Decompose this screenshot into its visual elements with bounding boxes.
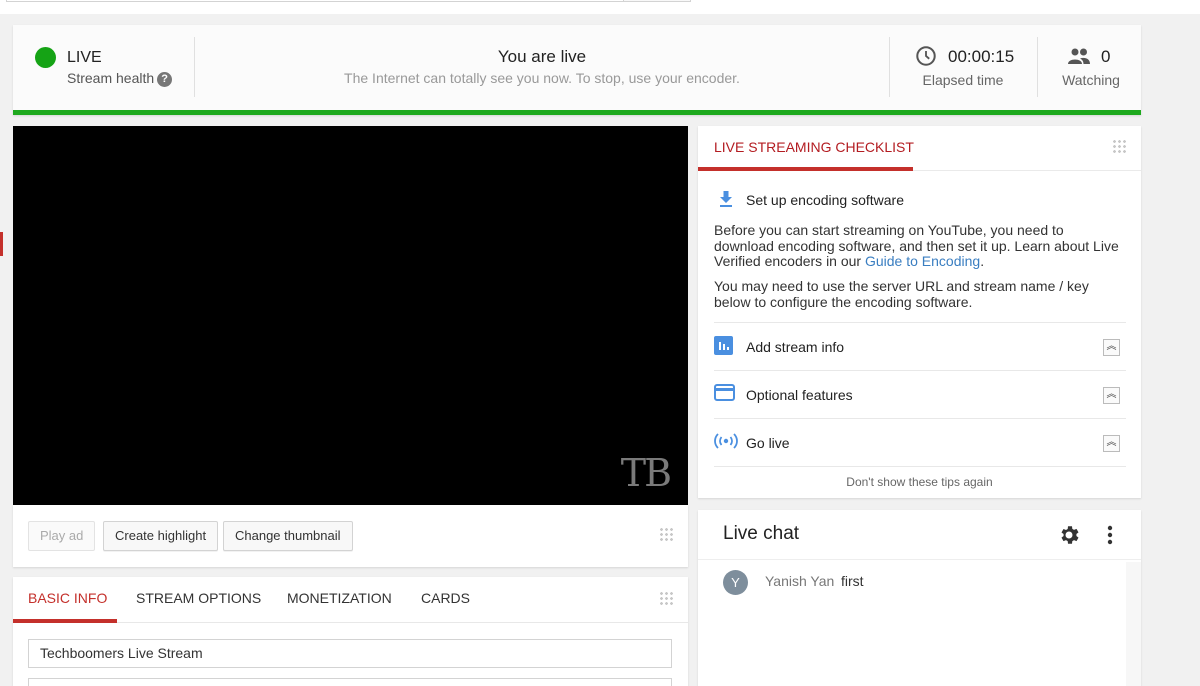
expand-icon[interactable]: ︽ [1103,435,1120,452]
play-ad-button[interactable]: Play ad [28,521,96,551]
dont-show-tips-link[interactable]: Don't show these tips again [698,475,1141,489]
step-go-live[interactable]: Go live ︽ [714,418,1126,466]
tab-cards[interactable]: CARDS [421,590,470,606]
description-end: . [980,253,985,269]
chat-scrollbar[interactable] [1126,562,1141,686]
encoding-description: Before you can start streaming on YouTub… [714,222,1126,270]
expand-icon[interactable]: ︽ [1103,339,1120,356]
checklist-title[interactable]: LIVE STREAMING CHECKLIST [714,139,914,155]
help-icon[interactable]: ? [157,72,173,87]
divider [714,466,1126,467]
card-icon [714,384,735,401]
download-icon [720,191,732,207]
drag-handle-icon[interactable] [659,527,673,541]
health-bar [13,110,1141,115]
step-label: Go live [746,435,790,451]
watching-count: 0 [1101,47,1111,66]
clock-icon [916,46,936,66]
elapsed-time-label: Elapsed time [922,72,1004,88]
bar-chart-icon [714,336,733,355]
info-tabs: BASIC INFO STREAM OPTIONS MONETIZATION C… [13,577,688,623]
tab-monetization[interactable]: MONETIZATION [287,590,392,606]
more-options-icon[interactable] [1104,524,1116,546]
divider [194,37,195,97]
live-chat-header: Live chat [698,510,1141,560]
sidebar-active-marker [0,232,3,256]
create-highlight-button[interactable]: Create highlight [103,521,219,551]
divider [889,37,890,97]
avatar[interactable]: Y [723,570,748,595]
tab-basic-info[interactable]: BASIC INFO [28,590,107,606]
divider [1037,37,1038,97]
stream-description-input[interactable] [28,678,672,686]
step-label: Add stream info [746,339,845,355]
live-chat-panel: Live chat Y Yanish Yan first [698,510,1141,686]
encoding-note: You may need to use the server URL and s… [714,278,1089,310]
checklist-header: LIVE STREAMING CHECKLIST [698,126,1141,171]
drag-handle-icon[interactable] [659,591,673,605]
watermark: TB [620,451,672,495]
step-add-stream-info[interactable]: Add stream info ︽ [714,322,1126,370]
stream-health-indicator [35,47,56,68]
top-bar [0,0,1200,14]
viewers-icon [1068,48,1090,64]
live-status-bar: LIVE Stream health? You are live The Int… [13,25,1141,115]
chat-messages [698,562,1126,686]
active-tab-indicator [13,619,117,623]
elapsed-time-value: 00:00:15 [948,47,1015,66]
tab-stream-options[interactable]: STREAM OPTIONS [136,590,261,606]
search-button[interactable] [623,0,691,2]
broadcast-icon [714,433,738,449]
chat-author[interactable]: Yanish Yan [765,573,834,589]
guide-to-encoding-link[interactable]: Guide to Encoding [865,253,980,269]
step-optional-features[interactable]: Optional features ︽ [714,370,1126,418]
drag-handle-icon[interactable] [1112,139,1126,153]
stream-title-input[interactable]: Techboomers Live Stream [28,639,672,668]
stream-actions: Play ad Create highlight Change thumbnai… [13,505,688,567]
watching-label: Watching [1062,72,1120,88]
live-streaming-checklist: LIVE STREAMING CHECKLIST Set up encoding… [698,126,1141,498]
live-title: You are live [497,47,587,66]
page-gutter [1141,14,1200,686]
step-label: Optional features [746,387,853,403]
live-label: LIVE [67,49,102,66]
stream-health[interactable]: Stream health? [67,70,173,87]
video-preview[interactable]: TB [13,126,688,505]
expand-icon[interactable]: ︽ [1103,387,1120,404]
search-input[interactable] [6,0,624,2]
live-chat-title: Live chat [723,523,800,544]
chat-message-text: first [841,573,864,589]
step-title-encoding: Set up encoding software [746,192,904,208]
live-subtitle: The Internet can totally see you now. To… [344,70,740,86]
change-thumbnail-button[interactable]: Change thumbnail [223,521,353,551]
stream-health-label: Stream health [67,70,155,86]
gear-icon[interactable] [1057,523,1081,547]
active-tab-indicator [698,167,913,171]
stream-info-panel: BASIC INFO STREAM OPTIONS MONETIZATION C… [13,577,688,686]
